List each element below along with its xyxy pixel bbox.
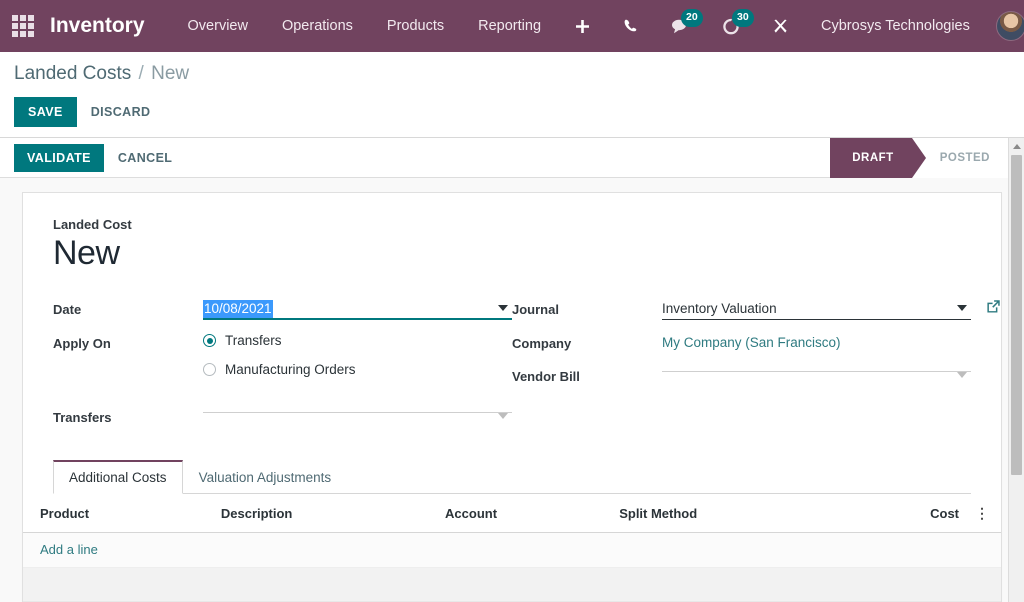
column-description: Description: [213, 494, 437, 533]
phone-icon[interactable]: [607, 0, 655, 52]
discard-button[interactable]: DISCARD: [77, 97, 165, 127]
add-a-line-link[interactable]: Add a line: [40, 542, 98, 557]
control-panel: Landed Costs / New SAVE DISCARD: [0, 52, 1024, 137]
additional-costs-table: Product Description Account Split Method…: [23, 494, 1001, 602]
main-menu: Overview Operations Products Reporting: [171, 2, 558, 50]
date-picker-caret-icon[interactable]: [498, 305, 508, 311]
company-value[interactable]: My Company (San Francisco): [662, 333, 971, 353]
vertical-dots-icon[interactable]: ⋮: [975, 509, 989, 519]
menu-item-reporting[interactable]: Reporting: [461, 2, 558, 50]
transfers-dropdown-caret-icon[interactable]: [498, 413, 508, 419]
user-menu[interactable]: Mitchell Admin: [986, 11, 1024, 41]
validate-button[interactable]: VALIDATE: [14, 144, 104, 172]
record-title-label: Landed Cost: [53, 217, 971, 232]
add-line-row[interactable]: Add a line: [23, 533, 1001, 568]
status-pipeline: DRAFT POSTED: [830, 138, 1008, 178]
status-bar: VALIDATE CANCEL DRAFT POSTED: [0, 138, 1024, 178]
messages-icon[interactable]: 20: [655, 0, 706, 52]
radio-transfers-icon[interactable]: [203, 334, 216, 347]
field-company-label: Company: [512, 333, 662, 351]
field-company: Company My Company (San Francisco): [512, 333, 971, 353]
app-brand-inventory[interactable]: Inventory: [50, 14, 145, 38]
journal-dropdown-caret-icon[interactable]: [957, 305, 967, 311]
breadcrumb: Landed Costs / New: [14, 52, 1024, 85]
navbar-systray: 20 30 Cybrosys Technologies Mitchell Adm…: [558, 0, 1024, 52]
page-title: New: [53, 234, 971, 273]
table-header-row: Product Description Account Split Method…: [23, 494, 1001, 533]
notebook: Additional Costs Valuation Adjustments P…: [53, 460, 971, 602]
tab-valuation-adjustments[interactable]: Valuation Adjustments: [183, 460, 348, 494]
control-panel-buttons: SAVE DISCARD: [14, 85, 1024, 137]
avatar: [996, 11, 1024, 41]
column-cost: Cost: [852, 494, 967, 533]
table-filler-row: [23, 568, 1001, 602]
vendor-bill-dropdown-caret-icon[interactable]: [957, 372, 967, 378]
debug-tools-icon[interactable]: [756, 0, 805, 52]
radio-option-manufacturing-orders[interactable]: Manufacturing Orders: [203, 362, 512, 377]
column-account: Account: [437, 494, 611, 533]
optional-columns-dropdown[interactable]: ⋮: [967, 494, 1001, 533]
breadcrumb-current: New: [151, 63, 189, 84]
additional-costs-list: Product Description Account Split Method…: [23, 494, 1001, 602]
vendor-bill-input[interactable]: [662, 366, 971, 372]
apps-grid-icon[interactable]: [6, 9, 40, 43]
save-button[interactable]: SAVE: [14, 97, 77, 127]
date-input[interactable]: 10/08/2021: [203, 299, 512, 320]
sheet-background: Landed Cost New Date 10/08/2021 Apply On: [0, 178, 1024, 602]
field-journal: Journal Inventory Valuation: [512, 299, 971, 320]
plus-icon[interactable]: [558, 0, 607, 52]
activities-badge: 30: [732, 9, 754, 27]
transfers-input[interactable]: [203, 407, 512, 413]
scrollbar-thumb[interactable]: [1011, 155, 1022, 475]
radio-transfers-label[interactable]: Transfers: [225, 333, 282, 348]
form-group-left: Date 10/08/2021 Apply On Transfers: [53, 299, 512, 438]
vertical-scrollbar[interactable]: [1008, 138, 1024, 602]
field-apply-on-label: Apply On: [53, 333, 203, 351]
menu-item-products[interactable]: Products: [370, 2, 461, 50]
field-vendor-bill-label: Vendor Bill: [512, 366, 662, 384]
field-journal-label: Journal: [512, 299, 662, 317]
company-switcher[interactable]: Cybrosys Technologies: [805, 18, 986, 34]
breadcrumb-root[interactable]: Landed Costs: [14, 63, 131, 84]
form-groups: Date 10/08/2021 Apply On Transfers: [53, 299, 971, 438]
radio-manufacturing-orders-label[interactable]: Manufacturing Orders: [225, 362, 356, 377]
notebook-tabs: Additional Costs Valuation Adjustments: [53, 460, 971, 494]
form-group-right: Journal Inventory Valuation: [512, 299, 971, 438]
field-apply-on: Apply On Transfers Manufacturing Orders: [53, 333, 512, 391]
field-date: Date 10/08/2021: [53, 299, 512, 320]
menu-item-operations[interactable]: Operations: [265, 2, 370, 50]
stage-posted[interactable]: POSTED: [912, 138, 1008, 178]
column-split-method: Split Method: [611, 494, 852, 533]
field-vendor-bill: Vendor Bill: [512, 366, 971, 384]
cancel-button[interactable]: CANCEL: [104, 144, 186, 172]
tab-additional-costs[interactable]: Additional Costs: [53, 460, 183, 494]
journal-internal-link-icon[interactable]: [986, 299, 1001, 319]
scroll-up-arrow-icon[interactable]: [1009, 138, 1024, 155]
date-value: 10/08/2021: [203, 300, 273, 318]
field-transfers: Transfers: [53, 407, 512, 425]
radio-manufacturing-orders-icon[interactable]: [203, 363, 216, 376]
stage-draft[interactable]: DRAFT: [830, 138, 911, 178]
journal-input[interactable]: Inventory Valuation: [662, 299, 971, 320]
messages-badge: 20: [681, 9, 703, 27]
radio-option-transfers[interactable]: Transfers: [203, 333, 512, 348]
top-navbar: Inventory Overview Operations Products R…: [0, 0, 1024, 52]
form-view-container: VALIDATE CANCEL DRAFT POSTED Landed Cost…: [0, 137, 1024, 602]
column-product: Product: [23, 494, 213, 533]
activities-icon[interactable]: 30: [706, 0, 756, 52]
breadcrumb-separator: /: [139, 63, 144, 84]
menu-item-overview[interactable]: Overview: [171, 2, 265, 50]
form-sheet: Landed Cost New Date 10/08/2021 Apply On: [22, 192, 1002, 602]
field-date-label: Date: [53, 299, 203, 317]
field-transfers-label: Transfers: [53, 407, 203, 425]
